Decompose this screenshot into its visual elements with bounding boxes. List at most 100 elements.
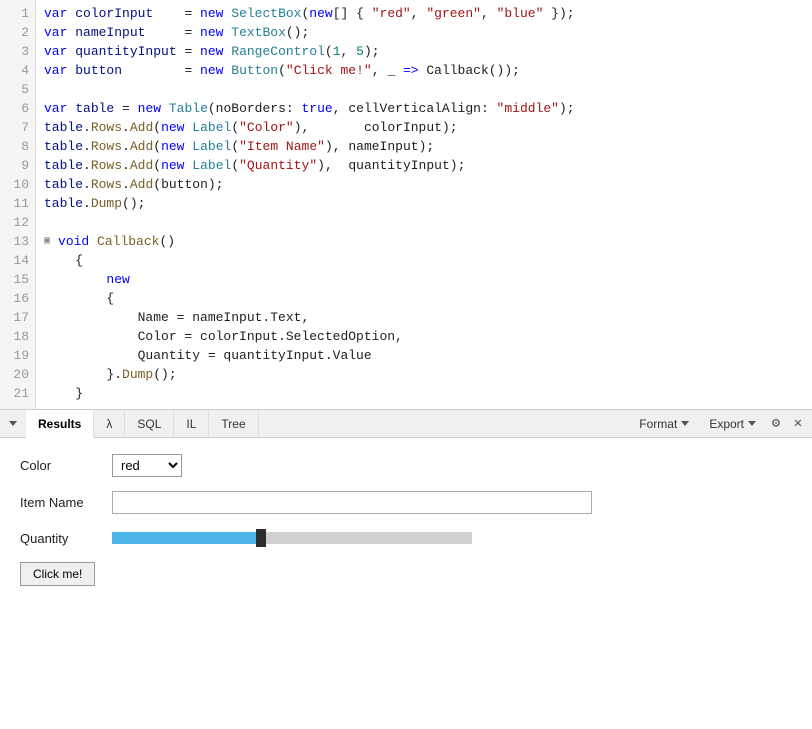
token-plain: = <box>114 99 137 118</box>
code-line: var table = new Table(noBorders: true, c… <box>44 99 804 118</box>
token-prop: table <box>44 194 83 213</box>
token-plain: . <box>83 118 91 137</box>
click-me-button[interactable]: Click me! <box>20 562 95 586</box>
token-prop: button <box>75 61 122 80</box>
token-kw: new <box>200 23 231 42</box>
tab-il[interactable]: IL <box>174 410 209 438</box>
format-button[interactable]: Format <box>631 415 697 433</box>
token-plain: ); <box>364 42 380 61</box>
color-row: Color redgreenblue <box>20 454 792 477</box>
line-number: 21 <box>0 384 35 403</box>
token-plain: } <box>44 384 83 403</box>
token-str: "blue" <box>497 4 544 23</box>
code-line: }.Dump(); <box>44 365 804 384</box>
code-line: { <box>44 251 804 270</box>
code-line: table.Rows.Add(new Label("Quantity"), qu… <box>44 156 804 175</box>
line-number: 7 <box>0 118 35 137</box>
code-line: Name = nameInput.Text, <box>44 308 804 327</box>
tab-bar-right: Format Export ⚙ ✕ <box>631 414 808 434</box>
code-line: var colorInput = new SelectBox(new[] { "… <box>44 4 804 23</box>
button-row: Click me! <box>20 562 792 586</box>
token-plain: Callback()); <box>419 61 520 80</box>
close-button[interactable]: ✕ <box>788 414 808 434</box>
line-number: 4 <box>0 61 35 80</box>
token-plain: { <box>44 289 114 308</box>
collapse-button[interactable] <box>4 415 22 433</box>
token-plain: (); <box>153 365 176 384</box>
range-handle[interactable] <box>256 529 266 547</box>
results-content: Color redgreenblue Item Name Quantity Cl… <box>0 438 812 729</box>
tab-tree[interactable]: Tree <box>209 410 258 438</box>
token-str: "Color" <box>239 118 294 137</box>
token-classname: Label <box>192 137 231 156</box>
line-number: 19 <box>0 346 35 365</box>
token-plain: , <box>341 42 357 61</box>
code-line: new <box>44 270 804 289</box>
token-classname: Button <box>231 61 278 80</box>
token-kw: new <box>200 4 231 23</box>
token-plain: { <box>44 251 83 270</box>
token-plain: (noBorders: <box>208 99 302 118</box>
token-plain: ( <box>301 4 309 23</box>
code-line: var button = new Button("Click me!", _ =… <box>44 61 804 80</box>
code-lines: var colorInput = new SelectBox(new[] { "… <box>36 0 812 409</box>
line-number: 6 <box>0 99 35 118</box>
token-kw: new <box>200 42 231 61</box>
token-plain: , <box>481 4 497 23</box>
token-classname: SelectBox <box>231 4 301 23</box>
token-plain: ), nameInput); <box>325 137 434 156</box>
fold-indicator[interactable]: ▣ <box>44 232 56 251</box>
token-prop: table <box>44 118 83 137</box>
token-kw: new <box>161 156 192 175</box>
token-method: Rows <box>91 175 122 194</box>
item-name-label: Item Name <box>20 495 100 510</box>
code-line <box>44 213 804 232</box>
token-kw: new <box>44 270 130 289</box>
token-plain: . <box>83 156 91 175</box>
token-plain: }. <box>44 365 122 384</box>
token-kw: new <box>161 137 192 156</box>
token-plain: = <box>177 42 200 61</box>
token-plain: }); <box>543 4 574 23</box>
line-number: 5 <box>0 80 35 99</box>
color-select[interactable]: redgreenblue <box>112 454 182 477</box>
item-name-input[interactable] <box>112 491 592 514</box>
token-kw: var <box>44 4 75 23</box>
token-arrow: => <box>403 61 419 80</box>
tab-λ[interactable]: λ <box>94 410 125 438</box>
code-line: } <box>44 384 804 403</box>
token-method: Add <box>130 137 153 156</box>
code-line: table.Dump(); <box>44 194 804 213</box>
token-classname: Table <box>169 99 208 118</box>
token-classname: Label <box>192 118 231 137</box>
token-method: Rows <box>91 156 122 175</box>
token-plain: ( <box>231 156 239 175</box>
token-classname: Label <box>192 156 231 175</box>
code-line: ▣ void Callback() <box>44 232 804 251</box>
line-number: 12 <box>0 213 35 232</box>
token-kw: var <box>44 23 75 42</box>
tab-bar-left: ResultsλSQLILTree <box>4 410 631 438</box>
token-plain: () <box>159 232 175 251</box>
code-line: table.Rows.Add(new Label("Color"), color… <box>44 118 804 137</box>
token-prop: table <box>75 99 114 118</box>
token-method: Add <box>130 118 153 137</box>
code-line: var nameInput = new TextBox(); <box>44 23 804 42</box>
item-name-row: Item Name <box>20 491 792 514</box>
format-dropdown-icon <box>681 421 689 426</box>
token-plain: . <box>83 137 91 156</box>
settings-icon[interactable]: ⚙ <box>768 416 784 432</box>
tab-sql[interactable]: SQL <box>125 410 174 438</box>
line-number: 13 <box>0 232 35 251</box>
token-plain: , cellVerticalAlign: <box>333 99 497 118</box>
token-method: Dump <box>91 194 122 213</box>
export-button[interactable]: Export <box>701 415 764 433</box>
tab-results[interactable]: Results <box>26 410 94 438</box>
token-plain: . <box>83 175 91 194</box>
token-kw: void <box>58 232 97 251</box>
token-plain: = <box>122 61 200 80</box>
token-kw: var <box>44 61 75 80</box>
quantity-range[interactable] <box>112 528 472 548</box>
token-str: "Click me!" <box>286 61 372 80</box>
token-plain: . <box>122 175 130 194</box>
